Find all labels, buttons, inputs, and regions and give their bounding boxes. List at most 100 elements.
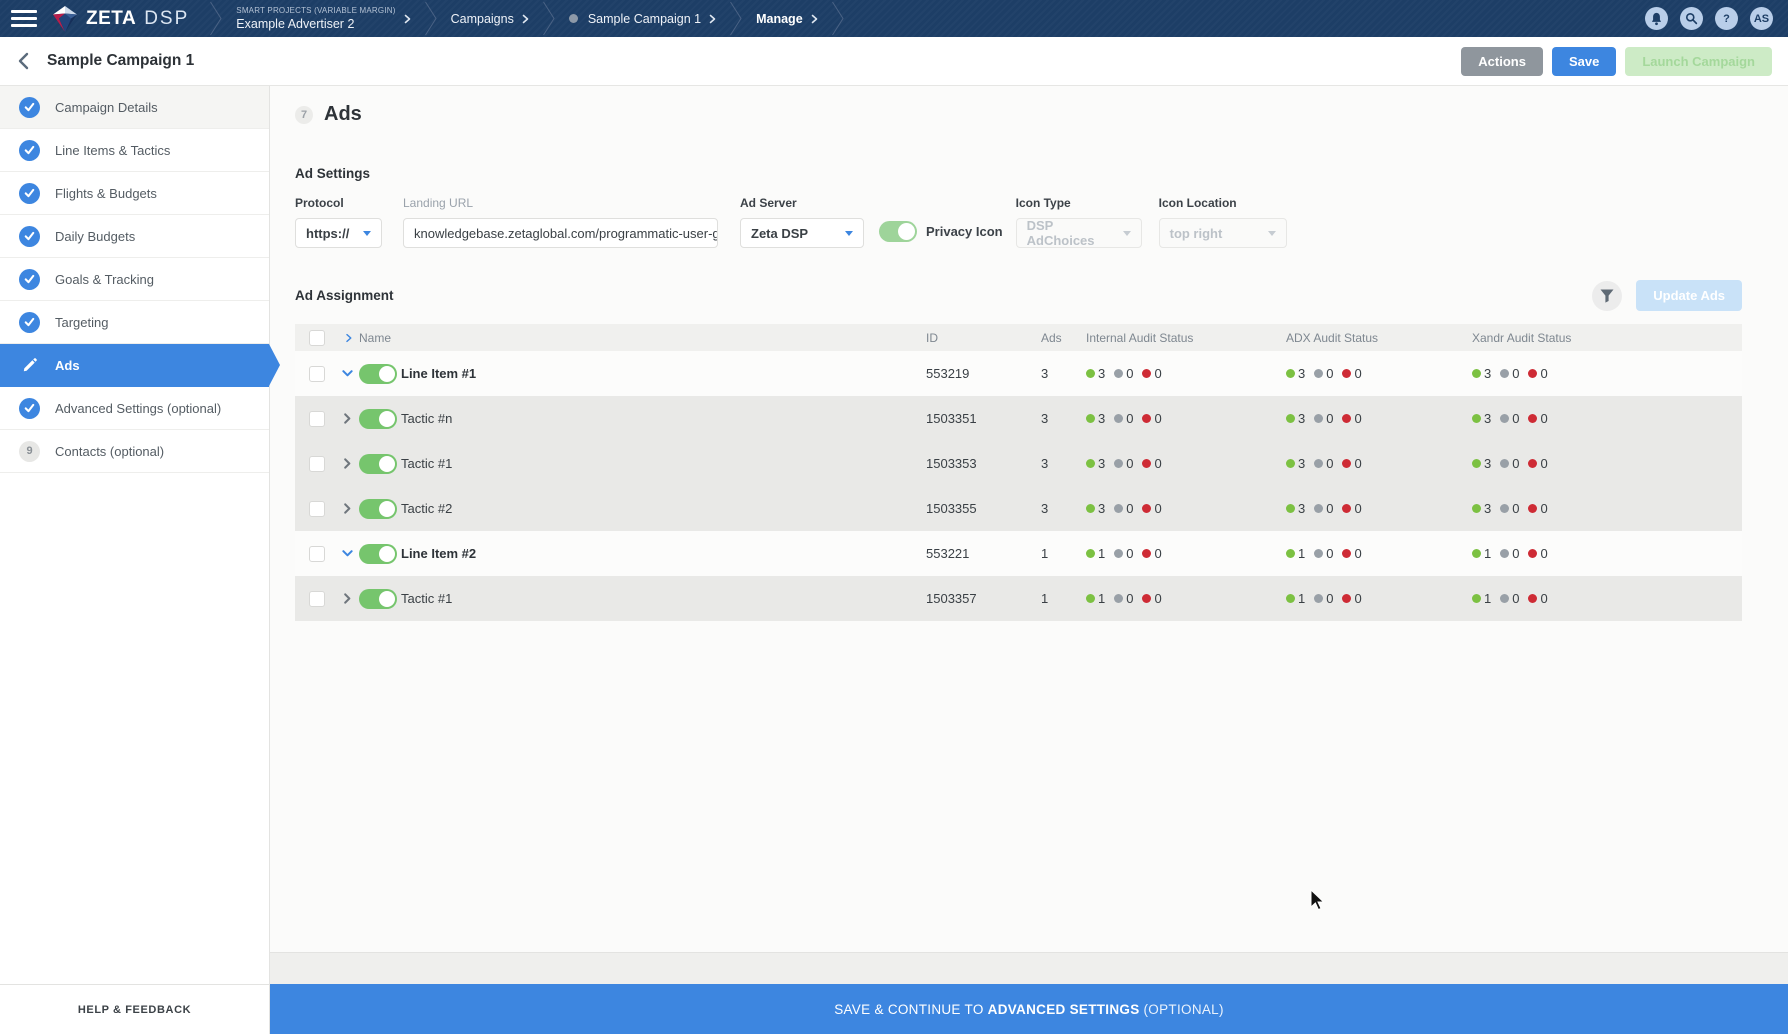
sidebar-item-label: Flights & Budgets — [55, 185, 157, 201]
status-dot-gray — [1314, 549, 1324, 558]
chevron-down-icon[interactable] — [341, 368, 353, 379]
back-button[interactable] — [18, 52, 29, 70]
select-all-checkbox[interactable] — [309, 329, 325, 346]
status-dot-gray — [1500, 594, 1510, 603]
search-icon[interactable] — [1680, 7, 1703, 30]
sidebar-item-flights-budgets[interactable]: Flights & Budgets — [0, 172, 269, 215]
page-header: Sample Campaign 1 Actions Save Launch Ca… — [0, 37, 1788, 86]
breadcrumb-item-manage[interactable]: Manage — [743, 0, 831, 37]
row-enabled-toggle[interactable] — [359, 408, 397, 429]
breadcrumb-item-campaigns[interactable]: Campaigns — [438, 0, 542, 37]
breadcrumb-item-sample-campaign-1[interactable]: Sample Campaign 1 — [556, 0, 729, 37]
status-dot-green — [1286, 594, 1295, 603]
expand-toggle[interactable] — [335, 458, 359, 469]
row-name[interactable]: Line Item #1 — [401, 366, 926, 381]
help-feedback-button[interactable]: HELP & FEEDBACK — [0, 984, 269, 1034]
pending-count: 0 — [1126, 546, 1134, 561]
expand-toggle[interactable] — [335, 503, 359, 514]
row-enabled-toggle[interactable] — [359, 498, 397, 519]
approved-count: 1 — [1098, 546, 1106, 561]
approved-count: 3 — [1484, 366, 1492, 381]
sidebar-item-advanced-settings-optional[interactable]: Advanced Settings (optional) — [0, 387, 269, 430]
sidebar-item-label: Daily Budgets — [55, 228, 136, 244]
breadcrumb-item-example-advertiser-2[interactable]: SMART PROJECTS (VARIABLE MARGIN) Example … — [223, 0, 423, 37]
row-checkbox[interactable] — [309, 365, 325, 382]
col-ads[interactable]: Ads — [1041, 331, 1086, 345]
row-enabled-toggle[interactable] — [359, 453, 397, 474]
chevron-down-icon[interactable] — [341, 548, 353, 559]
status-dot-gray — [1500, 504, 1510, 513]
row-id: 1503355 — [926, 501, 977, 516]
col-name[interactable]: Name — [359, 331, 391, 345]
landing-url-input[interactable]: knowledgebase.zetaglobal.com/programmati… — [403, 218, 718, 248]
sidebar-item-contacts-optional[interactable]: 9 Contacts (optional) — [0, 430, 269, 473]
row-name[interactable]: Tactic #n — [401, 411, 926, 426]
privacy-icon-toggle[interactable] — [879, 220, 917, 242]
row-name[interactable]: Tactic #1 — [401, 456, 926, 471]
row-ads-count: 3 — [1041, 411, 1049, 426]
status-dot-gray — [1500, 414, 1510, 423]
filter-button[interactable] — [1592, 280, 1623, 311]
row-ads-count: 1 — [1041, 591, 1049, 606]
sidebar-item-campaign-details[interactable]: Campaign Details — [0, 86, 269, 129]
approved-count: 3 — [1298, 456, 1306, 471]
row-checkbox[interactable] — [309, 590, 325, 607]
expand-toggle[interactable] — [335, 593, 359, 604]
status-dot-gray — [1314, 594, 1324, 603]
ad-server-select[interactable]: Zeta DSP — [740, 218, 864, 248]
sidebar-item-goals-tracking[interactable]: Goals & Tracking — [0, 258, 269, 301]
status-dot-red — [1528, 414, 1538, 423]
col-internal-audit[interactable]: Internal Audit Status — [1086, 331, 1286, 345]
save-button[interactable]: Save — [1551, 46, 1617, 76]
save-continue-bar[interactable]: SAVE & CONTINUE TO ADVANCED SETTINGS (OP… — [270, 984, 1788, 1034]
status-dot-red — [1142, 594, 1152, 603]
row-checkbox[interactable] — [309, 500, 325, 517]
col-xandr-audit[interactable]: Xandr Audit Status — [1472, 331, 1742, 345]
status-dot-red — [1342, 549, 1352, 558]
sidebar-item-targeting[interactable]: Targeting — [0, 301, 269, 344]
protocol-select[interactable]: https:// — [295, 218, 382, 248]
breadcrumb-label: Example Advertiser 2 — [236, 17, 355, 31]
sidebar-item-line-items-tactics[interactable]: Line Items & Tactics — [0, 129, 269, 172]
actions-button[interactable]: Actions — [1461, 46, 1543, 76]
row-enabled-toggle[interactable] — [359, 588, 397, 609]
approved-count: 3 — [1098, 501, 1106, 516]
launch-campaign-button[interactable]: Launch Campaign — [1625, 46, 1772, 76]
chevron-right-icon[interactable] — [342, 593, 353, 604]
row-checkbox[interactable] — [309, 410, 325, 427]
chevron-down-icon — [1122, 230, 1131, 236]
chevron-right-icon[interactable] — [342, 413, 353, 424]
help-icon[interactable]: ? — [1715, 7, 1738, 30]
row-checkbox[interactable] — [309, 455, 325, 472]
col-adx-audit[interactable]: ADX Audit Status — [1286, 331, 1472, 345]
pencil-icon — [19, 355, 40, 376]
row-ads-count: 3 — [1041, 501, 1049, 516]
status-dot-red — [1528, 459, 1538, 468]
notifications-bell-icon[interactable] — [1645, 7, 1668, 30]
row-enabled-toggle[interactable] — [359, 543, 397, 564]
xandr-audit-status: 3 0 0 — [1472, 501, 1742, 516]
status-dot-green — [1286, 549, 1295, 558]
sidebar-item-daily-budgets[interactable]: Daily Budgets — [0, 215, 269, 258]
row-ads-count: 1 — [1041, 546, 1049, 561]
col-id[interactable]: ID — [926, 331, 1041, 345]
approved-count: 1 — [1298, 591, 1306, 606]
avatar[interactable]: AS — [1750, 7, 1773, 30]
status-dot-gray — [1500, 459, 1510, 468]
chevron-right-icon[interactable] — [342, 458, 353, 469]
row-enabled-toggle[interactable] — [359, 363, 397, 384]
row-name[interactable]: Line Item #2 — [401, 546, 926, 561]
status-dot-red — [1342, 504, 1352, 513]
update-ads-button[interactable]: Update Ads — [1636, 280, 1742, 311]
expand-toggle[interactable] — [335, 548, 359, 559]
sidebar-item-ads[interactable]: Ads — [0, 344, 280, 387]
expand-toggle[interactable] — [335, 368, 359, 379]
zeta-dsp-logo[interactable]: ZETA DSP — [52, 5, 189, 33]
hamburger-menu-icon[interactable] — [11, 10, 37, 27]
row-name[interactable]: Tactic #1 — [401, 591, 926, 606]
adx-audit-status: 3 0 0 — [1286, 501, 1472, 516]
row-name[interactable]: Tactic #2 — [401, 501, 926, 516]
expand-toggle[interactable] — [335, 413, 359, 424]
row-checkbox[interactable] — [309, 545, 325, 562]
chevron-right-icon[interactable] — [342, 503, 353, 514]
